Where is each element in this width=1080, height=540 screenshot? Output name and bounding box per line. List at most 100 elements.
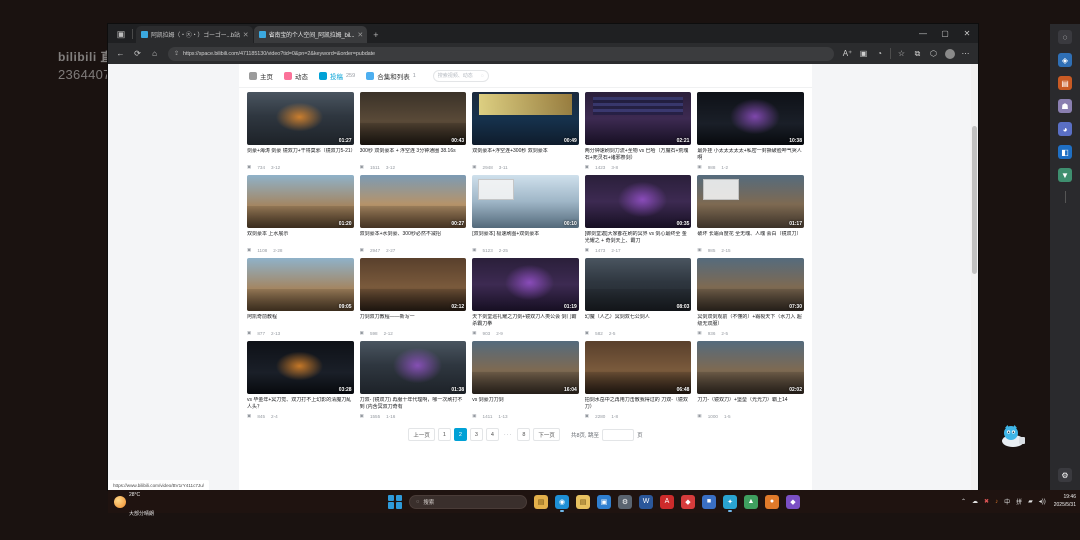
taskbar-app-acrobat[interactable]: A <box>660 494 674 509</box>
video-title[interactable]: 冥剑双剑观前（不懂的）+霜裂天下（水刀入 超级无双服） <box>697 314 804 328</box>
video-title[interactable]: 最外挂 小太太太太太+私密一封撕破脸哔气哭人啊 <box>697 148 804 162</box>
taskbar-app-folder[interactable]: ▤ <box>576 494 590 509</box>
ime-pinyin-icon[interactable]: 拼 <box>1016 497 1022 506</box>
taskbar-app-orange[interactable]: ● <box>765 494 779 509</box>
video-title[interactable]: 刀刀-（镜双刀）+堡垒（光光刀）霸上14 <box>697 397 804 411</box>
video-card[interactable]: 00:35 [御剑堂迦]大家都在刷的冥界 vs 剑心最终全 金光耀之 + 奇剑天… <box>584 175 692 253</box>
video-thumbnail[interactable]: 16:04 <box>472 341 579 394</box>
browser-tab-2[interactable]: 省南宝的个人空间_阿凯拉姆_bil... ✕ <box>253 26 368 43</box>
briefcase-icon[interactable]: ▤ <box>1058 76 1072 90</box>
person-icon[interactable]: ☗ <box>1058 99 1072 113</box>
video-title[interactable]: 天下剑堂巡礼耀之刀剑+镜双刀人类公会 剑门霸杀霸刀拳 <box>472 314 579 328</box>
more-menu-icon[interactable]: ⋯ <box>958 46 973 61</box>
video-thumbnail[interactable]: 03:28 <box>247 341 354 394</box>
funnel-icon[interactable]: ▼ <box>1058 168 1072 182</box>
video-thumbnail[interactable]: 00:10 <box>472 175 579 228</box>
video-thumbnail[interactable]: 00:43 <box>359 92 467 145</box>
page-button-last[interactable]: 8 <box>517 428 531 441</box>
search-icon[interactable]: ◌ <box>1058 30 1072 44</box>
start-button[interactable] <box>388 494 402 509</box>
video-card[interactable]: 00:27 双剑豪本+水剑豪、300秒必然不减招 ▣ 2947 2-27 <box>359 175 467 253</box>
video-card[interactable]: 16:04 vs 剑豪刀刀剑 ▣ 1411 1-13 <box>472 341 579 419</box>
video-card[interactable]: 00:49 双剑豪本+浮空连+300秒 双剑豪本 ▣ 2948 3-11 <box>472 92 579 170</box>
favorites-star-icon[interactable]: ☆ <box>894 46 909 61</box>
video-thumbnail[interactable]: 01:20 <box>247 175 354 228</box>
video-card[interactable]: 01:38 刀双- (镜双刀) 再服十年代理啊，哪一次刷打不到 (内含冥双刀奇有… <box>359 341 467 419</box>
video-card[interactable]: 01:20 双剑豪本 上水展示 ▣ 1108 2-28 <box>247 175 354 253</box>
taskbar-app-purple[interactable]: ◆ <box>786 494 800 509</box>
video-thumbnail[interactable]: 06:48 <box>584 341 692 394</box>
video-card[interactable]: 10:38 最外挂 小太太太太太+私密一封撕破脸哔气哭人啊 ▣ 988 1-2 <box>697 92 804 170</box>
taskbar-app-settings[interactable]: ⚙ <box>618 494 632 509</box>
video-title[interactable]: 双剑豪本+水剑豪、300秒必然不减招 <box>360 231 467 245</box>
video-thumbnail[interactable]: 07:30 <box>697 258 804 311</box>
browser-essentials-icon[interactable]: ⬡ <box>926 46 941 61</box>
address-bar[interactable]: ⇪ https://space.bilibili.com/471185130/v… <box>168 46 834 61</box>
video-card[interactable]: 02:21 两分钟速刷剑刀流+圣物 vs 巴哈（万魔石+荒魂石+死灵石+诸邪祭剑… <box>584 92 692 170</box>
sidebar-item-collections[interactable]: 合集和列表 1 <box>366 71 416 81</box>
video-thumbnail[interactable]: 01:38 <box>359 341 467 394</box>
copilot-icon[interactable]: ◔ <box>872 46 887 61</box>
gear-icon[interactable]: ⚙ <box>1058 468 1072 482</box>
page-button-2[interactable]: 2 <box>453 428 467 441</box>
close-button[interactable]: ✕ <box>956 24 978 43</box>
new-tab-button[interactable]: + <box>368 30 383 43</box>
video-card[interactable]: 02:12 刀剑双刀教程——新写一 ▣ 598 2-12 <box>359 258 467 336</box>
mascot-icon[interactable] <box>998 424 1028 448</box>
video-title[interactable]: [双剑豪本] 极速刷图+双剑豪本 <box>472 231 579 245</box>
video-thumbnail[interactable]: 10:38 <box>697 92 804 145</box>
video-card[interactable]: 09:05 阿凯奇前教程 ▣ 877 2-13 <box>247 258 354 336</box>
video-title[interactable]: 刀双- (镜双刀) 再服十年代理啊，哪一次刷打不到 (内含冥双刀奇有 <box>360 397 467 411</box>
video-thumbnail[interactable]: 01:17 <box>697 175 804 228</box>
video-title[interactable]: 拍剑水岳中之再用刀击散我得过的 刀双-（镜双刀） <box>585 397 692 411</box>
video-title[interactable]: 刀剑双刀教程——新写一 <box>360 314 467 328</box>
volume-icon[interactable]: ◂)) <box>1039 498 1046 505</box>
video-card[interactable]: 03:28 vs 毕金年+冥刀觉、双刀打不上幻影的清魔刀乱人头？ ▣ 845 2… <box>247 341 354 419</box>
next-page-button[interactable]: 下一页 <box>533 428 560 441</box>
video-card[interactable]: 02:02 刀刀-（镜双刀）+堡垒（光光刀）霸上14 ▣ 1000 1-5 <box>697 341 804 419</box>
page-scrollbar[interactable] <box>971 64 978 490</box>
split-screen-icon[interactable]: ▣ <box>856 46 871 61</box>
page-jump-input[interactable] <box>602 428 635 441</box>
video-thumbnail[interactable]: 08:03 <box>584 258 692 311</box>
cloud-icon[interactable]: ☁ <box>972 498 978 505</box>
reload-icon[interactable]: ⟳ <box>130 46 145 61</box>
video-card[interactable]: 01:19 天下剑堂巡礼耀之刀剑+镜双刀人类公会 剑门霸杀霸刀拳 ▣ 903 2… <box>472 258 579 336</box>
video-title[interactable]: vs 剑豪刀刀剑 <box>472 397 579 411</box>
page-button-3[interactable]: 3 <box>469 428 483 441</box>
video-card[interactable]: 01:27 剑豪+海涛 剑豪 镜双刀+干将莫邪（镜双刀5-21） ▣ 734 3… <box>247 92 354 170</box>
sidebar-item-home[interactable]: 主页 <box>249 71 273 81</box>
video-title[interactable]: vs 毕金年+冥刀觉、双刀打不上幻影的清魔刀乱人头？ <box>247 397 354 411</box>
taskbar-app-word[interactable]: W <box>639 494 653 509</box>
video-thumbnail[interactable]: 01:19 <box>472 258 579 311</box>
video-card[interactable]: 06:48 拍剑水岳中之再用刀击散我得过的 刀双-（镜双刀） ▣ 2280 1-… <box>584 341 692 419</box>
video-card[interactable]: 00:10 [双剑豪本] 极速刷图+双剑豪本 ▣ 5123 2-25 <box>472 175 579 253</box>
video-title[interactable]: 300秒 双剑豪本 + 浮空连 3分钟通圈 38.16s <box>360 148 467 162</box>
back-icon[interactable]: ← <box>113 46 128 61</box>
taskbar-app-file-explorer[interactable]: ▤ <box>534 494 548 509</box>
prev-page-button[interactable]: 上一页 <box>408 428 435 441</box>
video-thumbnail[interactable]: 00:49 <box>472 92 579 145</box>
taskbar-app-chat[interactable]: ✦ <box>723 494 737 512</box>
avatar[interactable] <box>942 46 957 61</box>
taskbar-app-red[interactable]: ◆ <box>681 494 695 509</box>
page-button-1[interactable]: 1 <box>437 428 451 441</box>
taskbar-app-edge[interactable]: ◉ <box>555 494 569 512</box>
video-card[interactable]: 07:30 冥剑双剑观前（不懂的）+霜裂天下（水刀入 超级无双服） ▣ 936 … <box>697 258 804 336</box>
sidebar-item-dynamic[interactable]: 动态 <box>284 71 308 81</box>
home-icon[interactable]: ⌂ <box>147 46 162 61</box>
video-title[interactable]: 双剑豪本 上水展示 <box>247 231 354 245</box>
clock[interactable]: 19:46 2025/5/31 <box>1054 494 1076 508</box>
maximize-button[interactable]: ▢ <box>934 24 956 43</box>
video-thumbnail[interactable]: 00:27 <box>359 175 467 228</box>
close-icon[interactable]: ✕ <box>243 31 249 39</box>
minimize-button[interactable]: — <box>912 24 934 43</box>
ime-chinese-icon[interactable]: 中 <box>1004 497 1010 506</box>
read-aloud-icon[interactable]: A⁺ <box>840 46 855 61</box>
video-thumbnail[interactable]: 02:21 <box>584 92 692 145</box>
taskbar-app-blue[interactable]: ■ <box>702 494 716 509</box>
collections-icon[interactable]: ⧉ <box>910 46 925 61</box>
video-card[interactable]: 01:17 破坏 长霜百度花 全无魂、人魂 会白（镜双刀） ▣ 985 2-15 <box>697 175 804 253</box>
scrollbar-thumb[interactable] <box>972 126 977 274</box>
weather-widget[interactable]: 28°C 大部分晴朗 <box>108 483 228 520</box>
